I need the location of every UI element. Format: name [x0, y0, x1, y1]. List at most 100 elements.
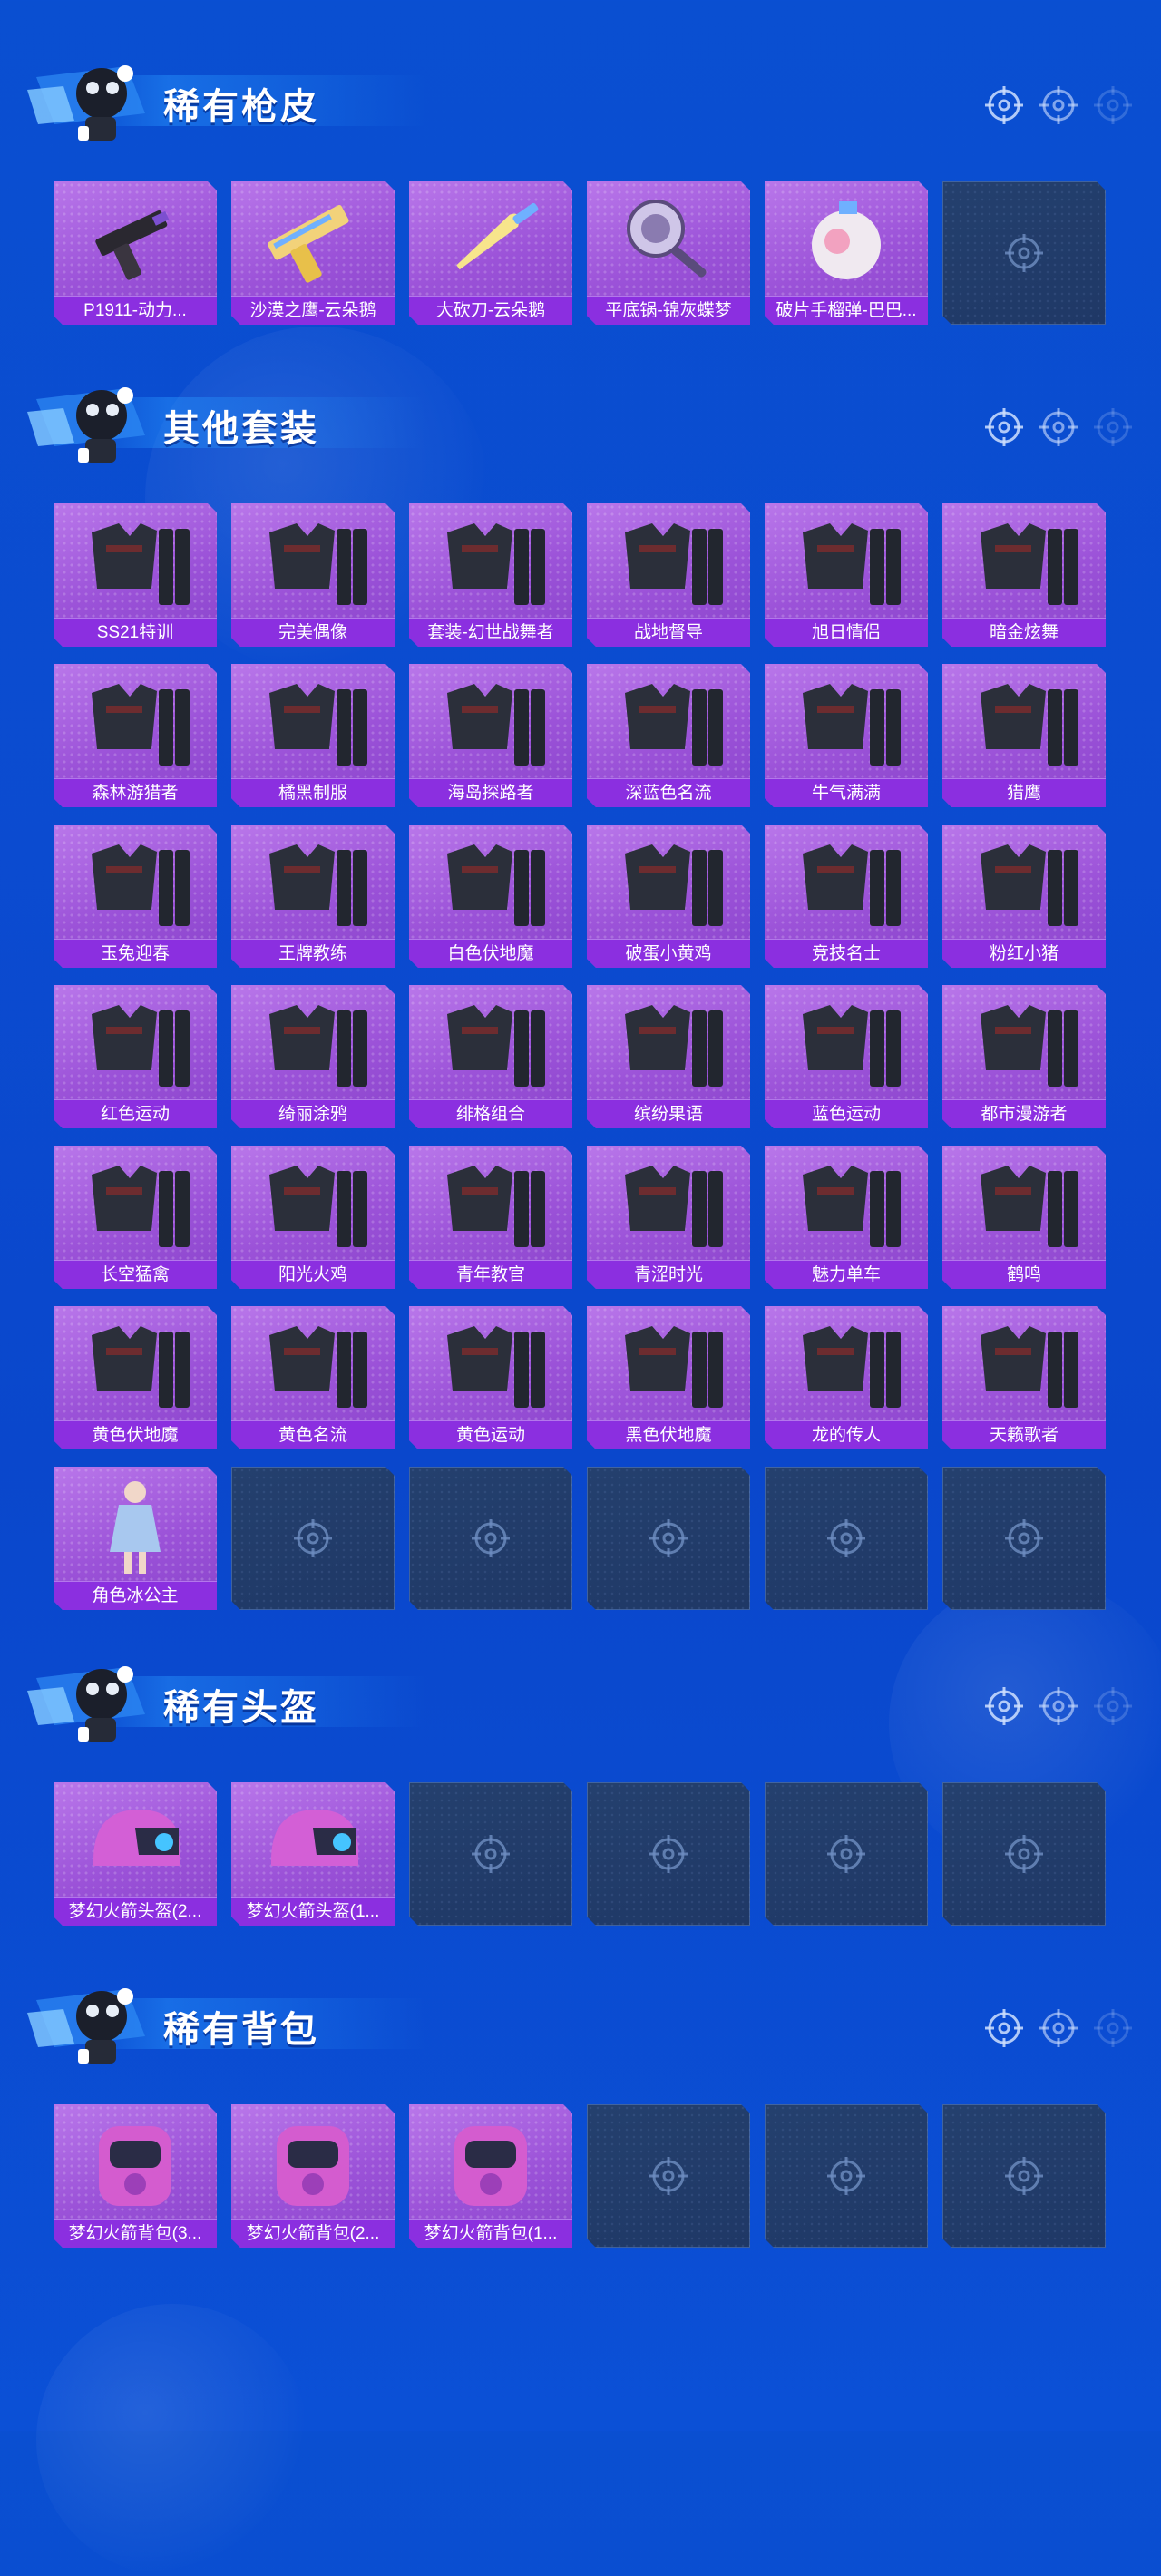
item-card[interactable]: 绮丽涂鸦	[231, 985, 395, 1128]
outfit-icon	[777, 830, 915, 937]
item-card[interactable]: 都市漫游者	[942, 985, 1106, 1128]
item-card[interactable]: 破片手榴弹-巴巴...	[765, 181, 928, 325]
empty-slot	[231, 1467, 395, 1610]
empty-slot	[409, 1782, 572, 1926]
outfit-icon	[777, 990, 915, 1098]
item-card[interactable]: 蓝色运动	[765, 985, 928, 1128]
crosshair-decoration	[983, 1685, 1134, 1727]
item-label: 暗金炫舞	[942, 618, 1106, 647]
backpack-icon	[422, 2110, 560, 2217]
empty-slot	[587, 2104, 750, 2248]
item-card[interactable]: 梦幻火箭头盔(1...	[231, 1782, 395, 1926]
item-card[interactable]: 旭日情侣	[765, 503, 928, 647]
item-card[interactable]: 青年教官	[409, 1146, 572, 1289]
item-card[interactable]: 平底锅-锦灰蝶梦	[587, 181, 750, 325]
item-label: 梦幻火箭背包(2...	[231, 2219, 395, 2248]
item-card[interactable]: 龙的传人	[765, 1306, 928, 1449]
item-card[interactable]: 森林游猎者	[54, 664, 217, 807]
item-card[interactable]: 鹤鸣	[942, 1146, 1106, 1289]
item-card[interactable]: 沙漠之鹰-云朵鹅	[231, 181, 395, 325]
crosshair-icon	[825, 2155, 867, 2197]
outfit-icon	[422, 990, 560, 1098]
item-label: 缤纷果语	[587, 1099, 750, 1128]
item-card[interactable]: 红色运动	[54, 985, 217, 1128]
item-card[interactable]: 破蛋小黄鸡	[587, 825, 750, 968]
item-label: 沙漠之鹰-云朵鹅	[231, 296, 395, 325]
item-card[interactable]: 梦幻火箭头盔(2...	[54, 1782, 217, 1926]
crosshair-icon	[1003, 1517, 1045, 1559]
section-header: 稀有头盔	[27, 1651, 1134, 1751]
item-label: 黑色伏地魔	[587, 1420, 750, 1449]
outfit-icon	[777, 1312, 915, 1419]
desert-eagle-icon	[244, 187, 382, 294]
item-label: 梦幻火箭头盔(2...	[54, 1897, 217, 1926]
outfit-icon	[777, 1151, 915, 1258]
item-card[interactable]: 牛气满满	[765, 664, 928, 807]
section-header: 稀有背包	[27, 1973, 1134, 2073]
item-card[interactable]: 梦幻火箭背包(3...	[54, 2104, 217, 2248]
item-card[interactable]: 海岛探路者	[409, 664, 572, 807]
item-card[interactable]: 猎鹰	[942, 664, 1106, 807]
outfit-icon	[600, 830, 737, 937]
item-card[interactable]: 青涩时光	[587, 1146, 750, 1289]
item-card[interactable]: 阳光火鸡	[231, 1146, 395, 1289]
item-card[interactable]: 黄色伏地魔	[54, 1306, 217, 1449]
item-card[interactable]: 竞技名士	[765, 825, 928, 968]
background-parachute-decoration	[36, 2304, 308, 2576]
item-card[interactable]: 黄色名流	[231, 1306, 395, 1449]
item-label: 魅力单车	[765, 1260, 928, 1289]
mascot-icon	[27, 1973, 163, 2073]
item-label: 鹤鸣	[942, 1260, 1106, 1289]
outfit-icon	[422, 669, 560, 776]
pistol-icon	[66, 187, 204, 294]
item-label: 黄色伏地魔	[54, 1420, 217, 1449]
crosshair-icon	[1038, 406, 1079, 448]
item-card[interactable]: 黄色运动	[409, 1306, 572, 1449]
item-label: 猎鹰	[942, 778, 1106, 807]
crosshair-decoration	[983, 84, 1134, 126]
item-card[interactable]: SS21特训	[54, 503, 217, 647]
outfit-icon	[600, 509, 737, 616]
item-card[interactable]: 缤纷果语	[587, 985, 750, 1128]
item-card[interactable]: P1911-动力...	[54, 181, 217, 325]
crosshair-icon	[1003, 1833, 1045, 1875]
item-card[interactable]: 暗金炫舞	[942, 503, 1106, 647]
outfit-icon	[422, 1312, 560, 1419]
crosshair-icon	[1003, 232, 1045, 274]
outfit-icon	[600, 669, 737, 776]
item-card[interactable]: 天籁歌者	[942, 1306, 1106, 1449]
item-card[interactable]: 角色冰公主	[54, 1467, 217, 1610]
empty-slot	[942, 2104, 1106, 2248]
mascot-icon	[27, 50, 163, 150]
section-title: 稀有头盔	[163, 1688, 319, 1728]
helmet-icon	[66, 1788, 204, 1895]
item-card[interactable]: 橘黑制服	[231, 664, 395, 807]
outfit-icon	[422, 509, 560, 616]
item-card[interactable]: 战地督导	[587, 503, 750, 647]
item-card[interactable]: 白色伏地魔	[409, 825, 572, 968]
crosshair-icon	[983, 406, 1025, 448]
empty-slot	[409, 1467, 572, 1610]
section-title: 其他套装	[163, 409, 319, 449]
item-card[interactable]: 完美偶像	[231, 503, 395, 647]
item-card[interactable]: 梦幻火箭背包(1...	[409, 2104, 572, 2248]
item-card[interactable]: 长空猛禽	[54, 1146, 217, 1289]
item-label: 绯格组合	[409, 1099, 572, 1128]
item-card[interactable]: 玉兔迎春	[54, 825, 217, 968]
crosshair-icon	[983, 84, 1025, 126]
item-card[interactable]: 黑色伏地魔	[587, 1306, 750, 1449]
item-card[interactable]: 王牌教练	[231, 825, 395, 968]
item-card[interactable]: 魅力单车	[765, 1146, 928, 1289]
crosshair-icon	[1092, 406, 1134, 448]
item-card[interactable]: 梦幻火箭背包(2...	[231, 2104, 395, 2248]
mascot-icon	[27, 1651, 163, 1751]
outfit-icon	[777, 669, 915, 776]
item-card[interactable]: 大砍刀-云朵鹅	[409, 181, 572, 325]
item-card[interactable]: 套装-幻世战舞者	[409, 503, 572, 647]
item-card[interactable]: 深蓝色名流	[587, 664, 750, 807]
item-card[interactable]: 粉红小猪	[942, 825, 1106, 968]
item-label: 旭日情侣	[765, 618, 928, 647]
crosshair-icon	[983, 1685, 1025, 1727]
backpack-icon	[244, 2110, 382, 2217]
item-card[interactable]: 绯格组合	[409, 985, 572, 1128]
